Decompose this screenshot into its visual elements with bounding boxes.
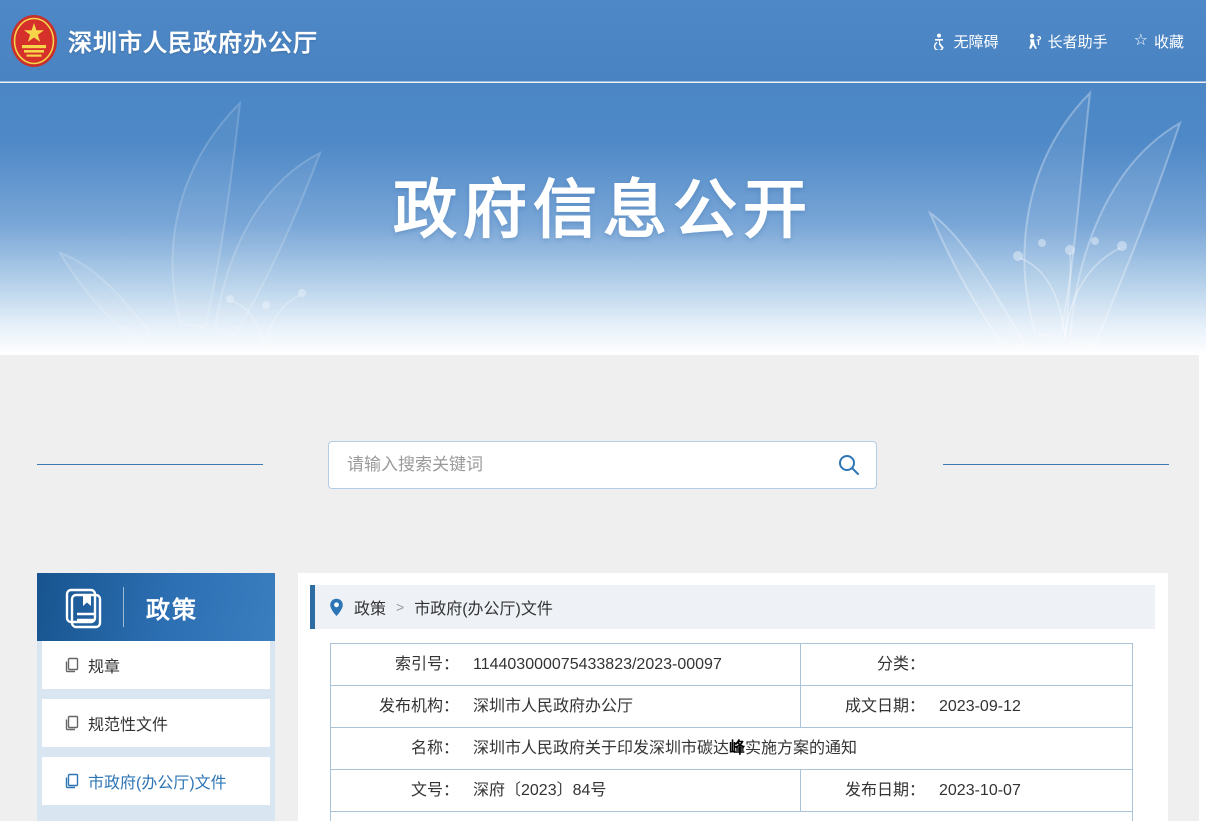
table-row: 索引号： 114403000075433823/2023-00097 分类： <box>331 644 1132 686</box>
issuing-agency-value: 深圳市人民政府办公厅 <box>459 686 800 727</box>
accessibility-icon <box>931 33 948 50</box>
location-pin-icon <box>329 598 344 617</box>
star-icon: ☆ <box>1134 33 1148 49</box>
right-edge-strip <box>1199 355 1206 821</box>
elder-assistant-icon <box>1025 33 1042 50</box>
top-bar: 深圳市人民政府办公厅 无障碍 长者助手 ☆ <box>0 0 1206 82</box>
document-number-label: 文号： <box>331 770 459 811</box>
favorite-label: 收藏 <box>1154 31 1184 52</box>
banner: 政府信息公开 <box>0 83 1206 355</box>
breadcrumb-item-current: 市政府(办公厅)文件 <box>414 595 553 619</box>
page: 深圳市人民政府办公厅 无障碍 长者助手 ☆ <box>0 0 1206 821</box>
top-links: 无障碍 长者助手 ☆ 收藏 <box>931 0 1184 82</box>
document-icon <box>64 773 80 789</box>
main-panel: 政策 > 市政府(办公厅)文件 索引号： 114403000075433823/… <box>298 573 1168 821</box>
index-number-value: 114403000075433823/2023-00097 <box>459 644 800 685</box>
sidebar-header-divider <box>123 587 124 627</box>
site-title: 深圳市人民政府办公厅 <box>68 23 318 58</box>
document-icon <box>64 715 80 731</box>
document-icon <box>64 657 80 673</box>
search-box <box>328 441 877 489</box>
issue-date-cell: 成文日期： 2023-09-12 <box>801 686 1132 727</box>
category-cell: 分类： <box>801 644 1132 685</box>
decorative-line-right <box>943 464 1169 465</box>
search-icon <box>837 453 861 477</box>
breadcrumb: 政策 > 市政府(办公厅)文件 <box>310 585 1155 629</box>
document-number-cell: 文号： 深府〔2023〕84号 <box>331 770 801 811</box>
publish-date-label: 发布日期： <box>801 770 925 811</box>
sidebar-item-label: 规范性文件 <box>88 711 168 735</box>
issuing-agency-label: 发布机构： <box>331 686 459 727</box>
publish-date-cell: 发布日期： 2023-10-07 <box>801 770 1132 811</box>
table-row: 文号： 深府〔2023〕84号 发布日期： 2023-10-07 <box>331 770 1132 812</box>
issue-date-value: 2023-09-12 <box>925 686 1132 727</box>
elder-assistant-label: 长者助手 <box>1048 31 1108 52</box>
issuing-agency-cell: 发布机构： 深圳市人民政府办公厅 <box>331 686 801 727</box>
document-info-table: 索引号： 114403000075433823/2023-00097 分类： 发… <box>330 643 1133 821</box>
sidebar-item-normative-documents[interactable]: 规范性文件 <box>42 699 270 747</box>
breadcrumb-accent-bar <box>310 585 315 629</box>
decorative-line-left <box>37 464 263 465</box>
index-number-label: 索引号： <box>331 644 459 685</box>
favorite-link[interactable]: ☆ 收藏 <box>1134 31 1184 52</box>
search-button[interactable] <box>822 442 876 488</box>
issue-date-label: 成文日期： <box>801 686 925 727</box>
accessibility-link[interactable]: 无障碍 <box>931 31 999 52</box>
document-name-label: 名称： <box>331 728 459 769</box>
accessibility-label: 无障碍 <box>954 31 999 52</box>
document-name-pre: 深圳市人民政府关于印发深圳市碳达 <box>473 740 729 757</box>
category-label: 分类： <box>801 644 925 685</box>
breadcrumb-item-policy[interactable]: 政策 <box>354 595 386 619</box>
category-value <box>925 644 1132 685</box>
elder-assistant-link[interactable]: 长者助手 <box>1025 31 1108 52</box>
search-input[interactable] <box>329 455 822 475</box>
document-name-value: 深圳市人民政府关于印发深圳市碳达峰实施方案的通知 <box>459 728 1132 769</box>
document-number-value: 深府〔2023〕84号 <box>459 770 800 811</box>
sidebar-header: 政策 <box>37 573 275 641</box>
national-emblem-icon <box>10 14 58 68</box>
table-row: 名称： 深圳市人民政府关于印发深圳市碳达峰实施方案的通知 <box>331 728 1132 770</box>
sidebar-item-label: 规章 <box>88 653 120 677</box>
table-row <box>331 812 1132 821</box>
table-row: 发布机构： 深圳市人民政府办公厅 成文日期： 2023-09-12 <box>331 686 1132 728</box>
sidebar-item-municipal-government-documents[interactable]: 市政府(办公厅)文件 <box>42 757 270 805</box>
document-name-highlight: 峰 <box>729 740 745 757</box>
document-name-post: 实施方案的通知 <box>745 740 857 757</box>
sidebar-item-label: 市政府(办公厅)文件 <box>88 769 227 793</box>
index-number-cell: 索引号： 114403000075433823/2023-00097 <box>331 644 801 685</box>
sidebar: 政策 规章 规范性文件 <box>37 573 275 821</box>
document-name-cell: 名称： 深圳市人民政府关于印发深圳市碳达峰实施方案的通知 <box>331 728 1132 769</box>
page-title: 政府信息公开 <box>0 159 1206 251</box>
publish-date-value: 2023-10-07 <box>925 770 1132 811</box>
breadcrumb-separator: > <box>396 599 404 615</box>
sidebar-title: 政策 <box>146 590 198 625</box>
policy-book-icon <box>59 584 105 630</box>
sidebar-item-regulations[interactable]: 规章 <box>42 641 270 689</box>
